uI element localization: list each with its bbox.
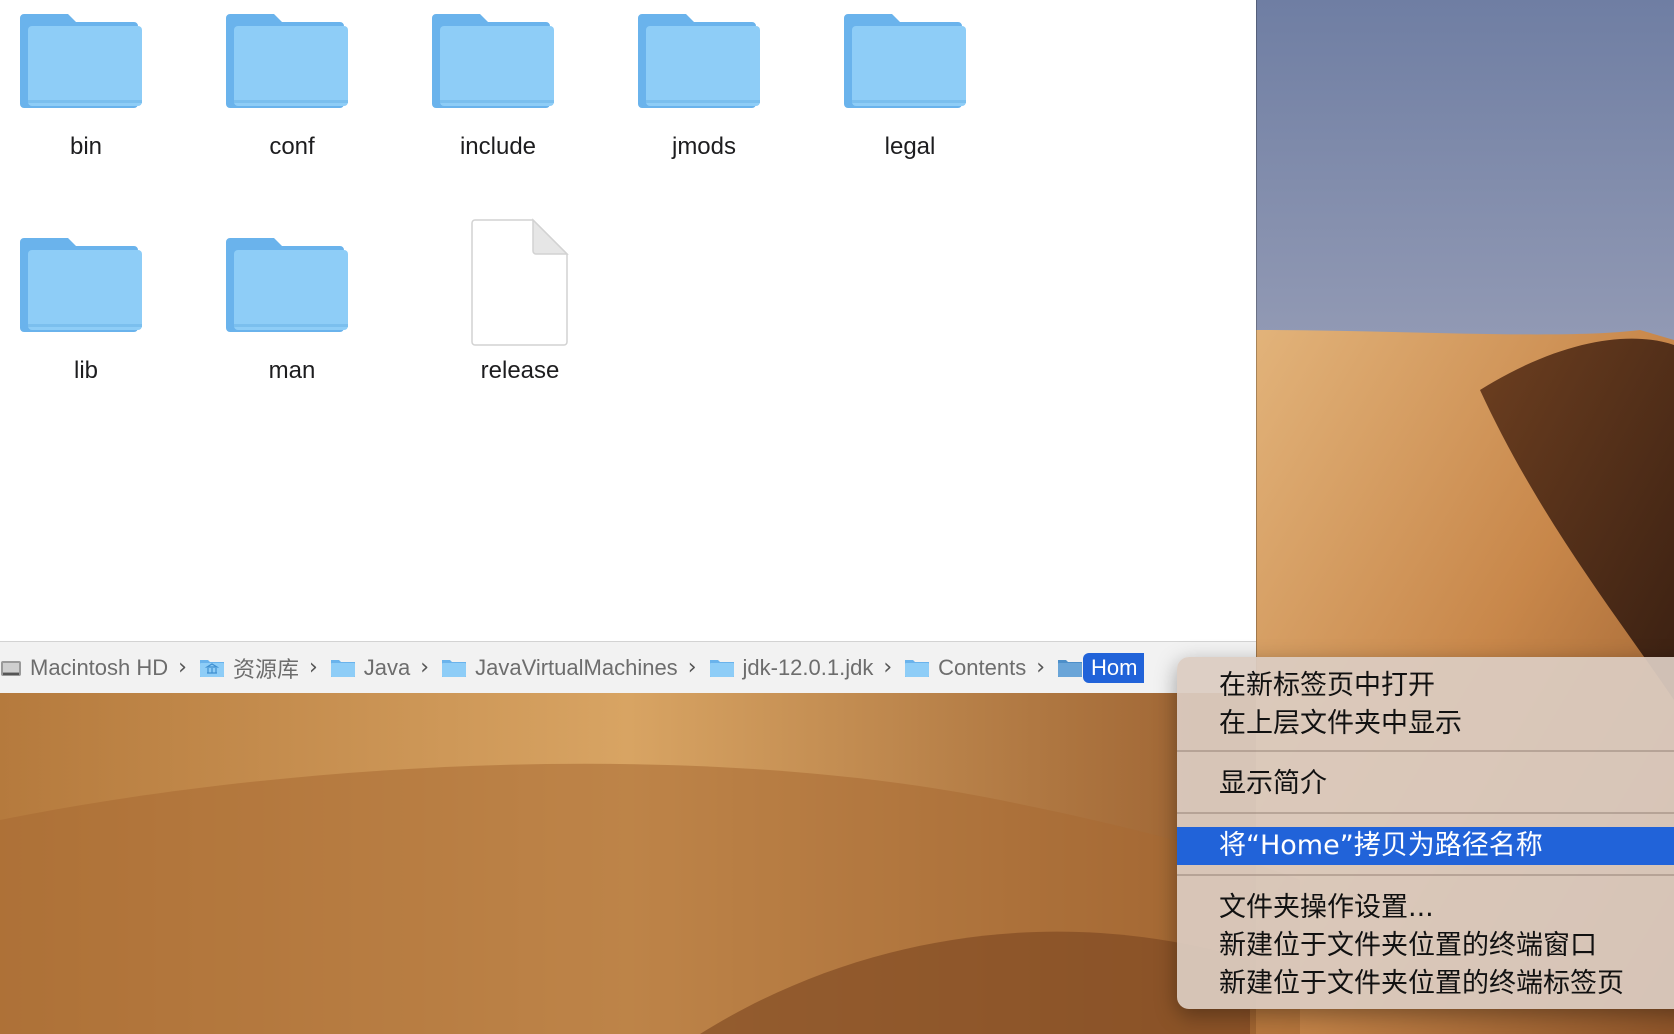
folder-icon — [441, 657, 467, 679]
chevron-right-icon: › — [178, 655, 187, 680]
chevron-right-icon: › — [308, 655, 318, 680]
file-name: lib — [73, 357, 98, 384]
folder-icon — [810, 0, 1010, 130]
path-crumb-java[interactable]: Java — [330, 650, 410, 686]
file-grid: bin conf include jmods legal lib man rel… — [0, 0, 1256, 640]
chevron-right-icon: › — [1036, 655, 1046, 680]
folder-icon — [398, 0, 598, 130]
file-name: jmods — [671, 133, 737, 160]
file-item-conf[interactable]: conf — [192, 0, 392, 162]
folder-icon — [904, 657, 930, 679]
folder-icon — [709, 657, 735, 679]
menu-separator — [1177, 750, 1674, 752]
path-crumb-home[interactable]: Hom — [1057, 650, 1144, 686]
folder-icon — [192, 0, 392, 130]
file-item-include[interactable]: include — [398, 0, 598, 162]
menu-item-get-info[interactable]: 显示简介 — [1177, 765, 1674, 803]
path-crumb-contents[interactable]: Contents — [904, 650, 1026, 686]
folder-icon — [1057, 657, 1083, 679]
context-menu: 在新标签页中打开 在上层文件夹中显示 显示简介 将“Home”拷贝为路径名称 文… — [1177, 657, 1674, 1009]
menu-item-folder-actions-setup[interactable]: 文件夹操作设置... — [1177, 889, 1674, 927]
folder-icon — [0, 224, 186, 354]
chevron-right-icon: › — [420, 655, 430, 680]
path-crumb-macintosh-hd[interactable]: Macintosh HD — [0, 650, 168, 686]
file-item-jmods[interactable]: jmods — [604, 0, 804, 162]
hard-drive-icon — [0, 657, 22, 679]
file-name: release — [480, 357, 560, 384]
menu-item-copy-as-pathname[interactable]: 将“Home”拷贝为路径名称 — [1177, 827, 1674, 865]
file-item-man[interactable]: man — [192, 224, 392, 386]
file-item-bin[interactable]: bin — [0, 0, 186, 162]
chevron-right-icon: › — [687, 655, 697, 680]
file-name: man — [268, 357, 316, 384]
path-crumb-javavirtualmachines[interactable]: JavaVirtualMachines — [441, 650, 678, 686]
file-name: include — [459, 133, 537, 160]
menu-item-new-terminal-tab-at-folder[interactable]: 新建位于文件夹位置的终端标签页 — [1177, 965, 1674, 1003]
chevron-right-icon: › — [883, 655, 893, 680]
document-icon — [420, 216, 620, 354]
path-crumb-jdk[interactable]: jdk-12.0.1.jdk — [709, 650, 873, 686]
file-item-legal[interactable]: legal — [810, 0, 1010, 162]
menu-separator — [1177, 874, 1674, 876]
menu-item-new-terminal-at-folder[interactable]: 新建位于文件夹位置的终端窗口 — [1177, 927, 1674, 965]
path-bar: Macintosh HD › 资源库 › Java › JavaVirtualM… — [0, 641, 1256, 693]
menu-item-open-in-new-tab[interactable]: 在新标签页中打开 — [1177, 667, 1674, 705]
file-name: bin — [69, 133, 103, 160]
library-folder-icon — [199, 657, 225, 679]
folder-icon — [604, 0, 804, 130]
folder-icon — [330, 657, 356, 679]
menu-separator — [1177, 812, 1674, 814]
file-name: legal — [884, 133, 936, 160]
menu-item-show-in-enclosing-folder[interactable]: 在上层文件夹中显示 — [1177, 705, 1674, 743]
finder-window: bin conf include jmods legal lib man rel… — [0, 0, 1256, 693]
file-item-release[interactable]: release — [420, 216, 620, 386]
file-item-lib[interactable]: lib — [0, 224, 186, 386]
folder-icon — [192, 224, 392, 354]
folder-icon — [0, 0, 186, 130]
file-name: conf — [269, 133, 315, 160]
path-crumb-library[interactable]: 资源库 — [199, 650, 299, 686]
